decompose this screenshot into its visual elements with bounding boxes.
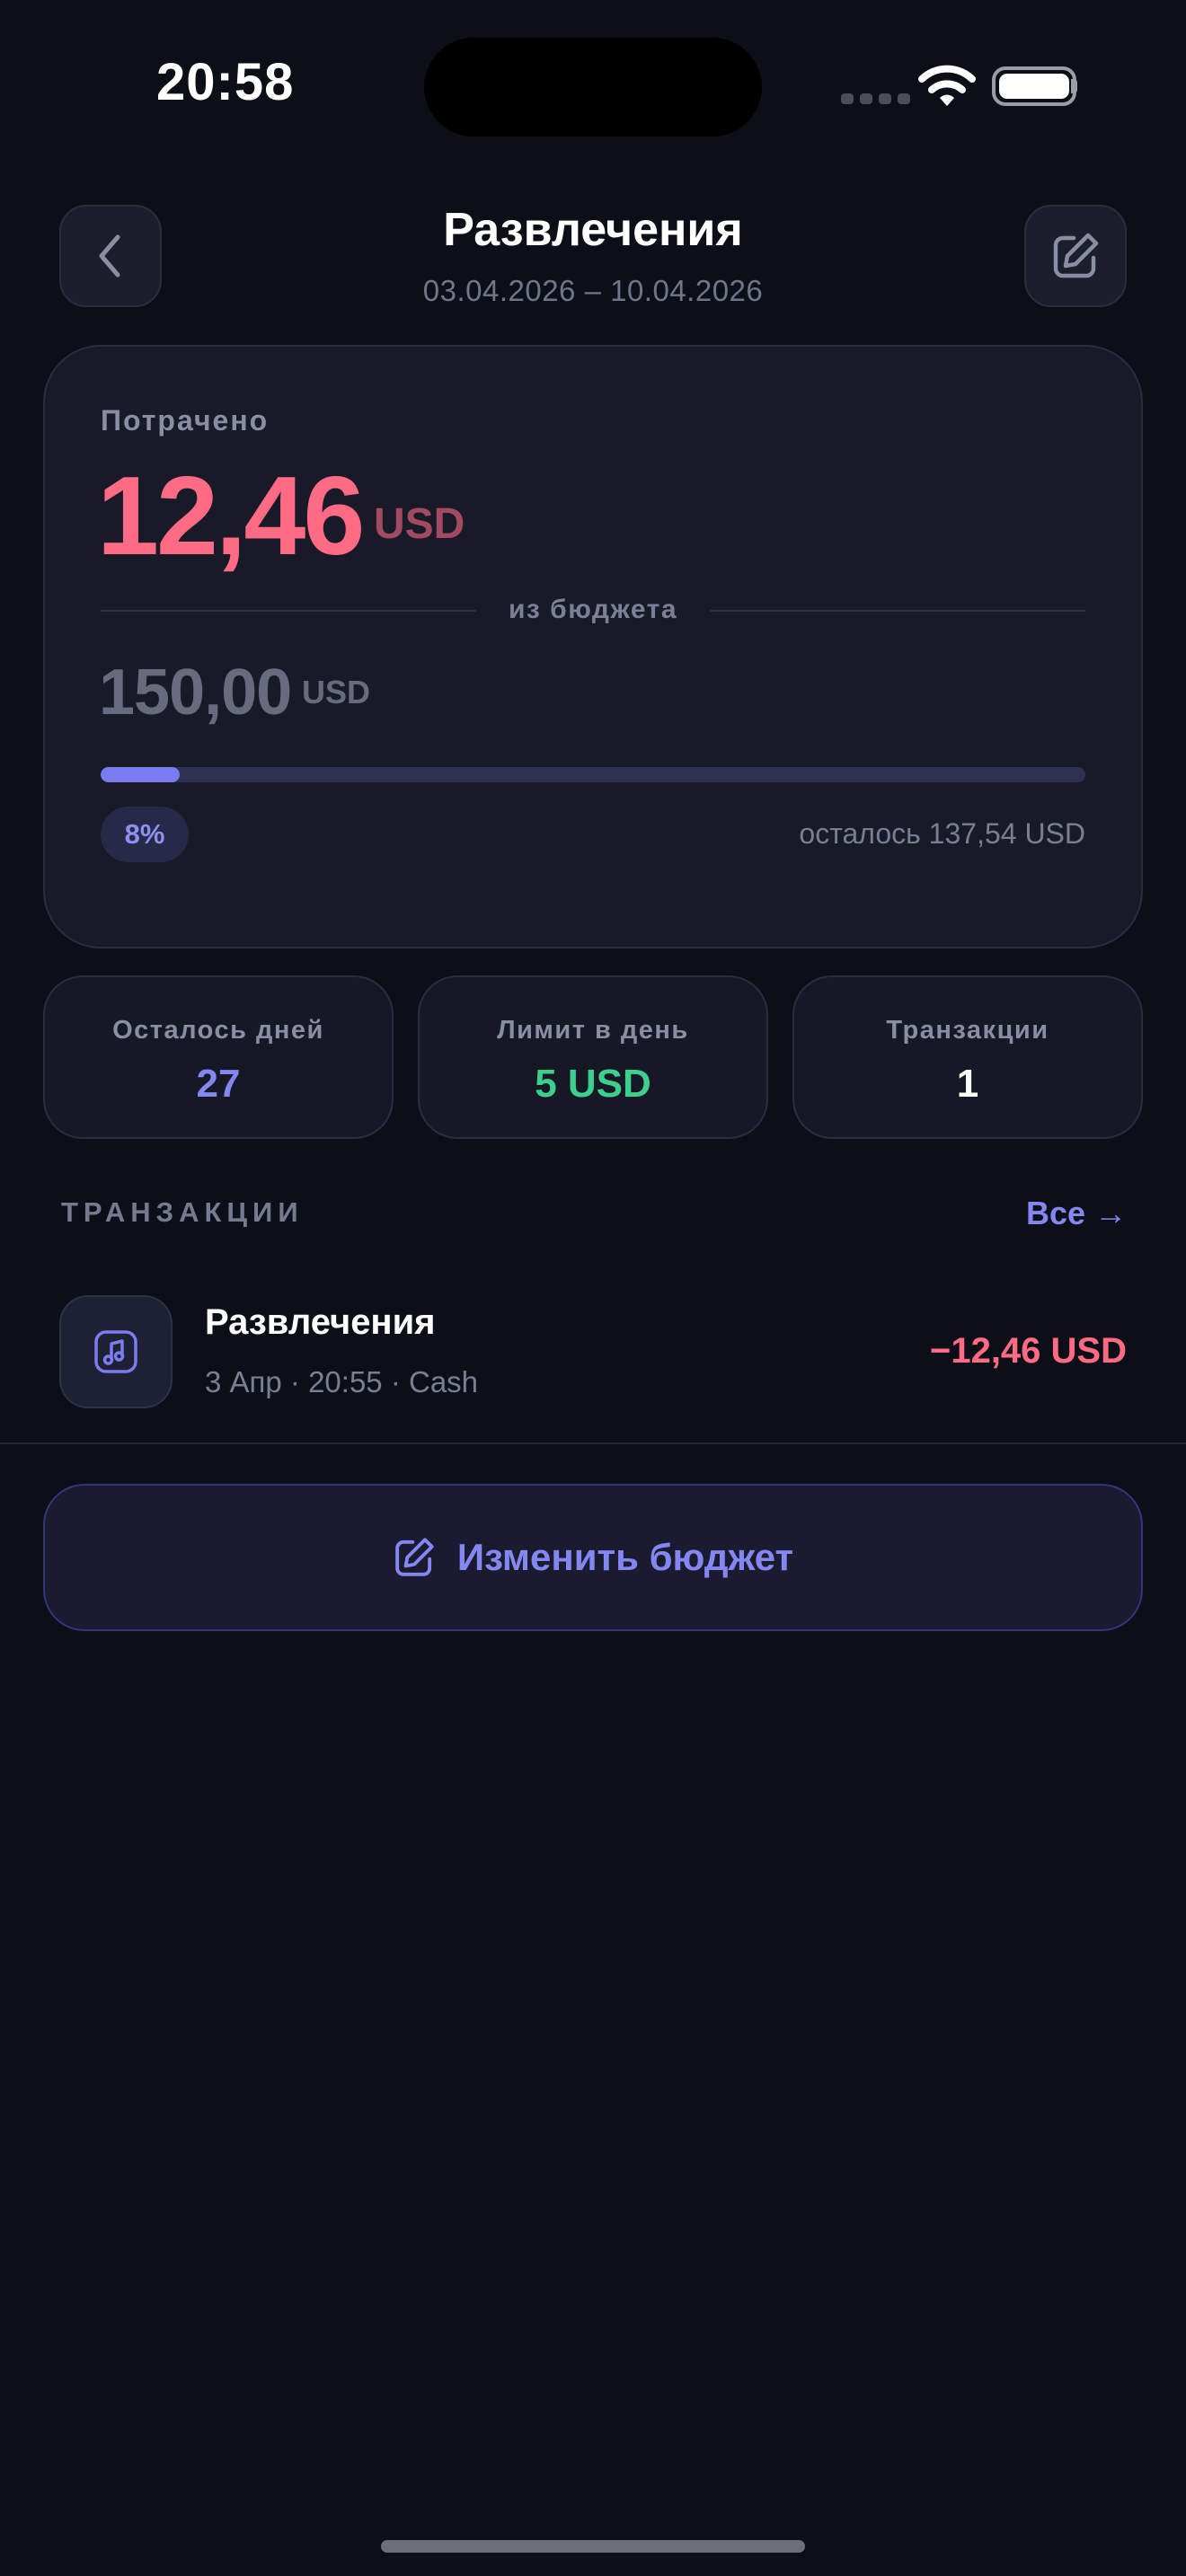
cellular-signal-icon bbox=[841, 93, 910, 104]
stat-label: Лимит в день bbox=[497, 1016, 689, 1045]
edit-icon bbox=[1053, 233, 1099, 278]
list-divider bbox=[0, 1442, 1186, 1444]
stat-value: 5 USD bbox=[535, 1062, 651, 1106]
divider-left bbox=[101, 610, 476, 612]
transaction-meta: 3 Апр · 20:55 · Cash bbox=[205, 1365, 479, 1398]
music-icon bbox=[94, 1330, 137, 1373]
wifi-icon bbox=[918, 65, 976, 106]
stat-label: Осталось дней bbox=[112, 1016, 324, 1045]
stat-value: 27 bbox=[196, 1062, 241, 1106]
transaction-name[interactable]: Развлечения bbox=[205, 1302, 436, 1343]
period-dates: 03.04.2026 – 10.04.2026 bbox=[422, 274, 764, 307]
see-all-link[interactable]: Все → bbox=[1026, 1195, 1127, 1232]
home-indicator[interactable] bbox=[381, 2540, 805, 2553]
spent-label: Потрачено bbox=[101, 404, 270, 437]
status-time: 20:58 bbox=[156, 53, 295, 111]
budget-progress-bar bbox=[101, 767, 1085, 782]
budget-amount: 150,00 bbox=[99, 657, 292, 728]
stat-card-days-left bbox=[43, 975, 394, 1139]
transaction-category-icon[interactable] bbox=[59, 1295, 173, 1408]
budget-divider-label: из бюджета bbox=[508, 595, 678, 624]
transaction-amount: −12,46 USD bbox=[929, 1331, 1127, 1371]
stat-card-transactions bbox=[792, 975, 1143, 1139]
section-title: ТРАНЗАКЦИИ bbox=[61, 1196, 304, 1228]
budget-currency: USD bbox=[302, 674, 371, 710]
remaining-amount: осталось 137,54 USD bbox=[799, 817, 1085, 850]
spent-amount: 12,46 bbox=[97, 454, 365, 578]
stat-label: Транзакции bbox=[886, 1016, 1049, 1045]
edit-button[interactable] bbox=[1024, 205, 1127, 307]
budget-progress-fill bbox=[101, 767, 180, 782]
edit-icon bbox=[395, 1538, 434, 1576]
divider-right bbox=[710, 610, 1085, 612]
spent-currency: USD bbox=[374, 500, 465, 548]
battery-icon bbox=[992, 66, 1076, 106]
page-title: Развлечения bbox=[443, 204, 743, 256]
stat-card-daily-limit bbox=[418, 975, 768, 1139]
stat-value: 1 bbox=[956, 1062, 979, 1106]
battery-tip bbox=[1071, 79, 1077, 93]
dynamic-island bbox=[424, 38, 762, 137]
edit-budget-button[interactable]: Изменить бюджет bbox=[43, 1484, 1143, 1631]
percent-badge: 8% bbox=[101, 807, 189, 862]
edit-budget-label: Изменить бюджет bbox=[456, 1536, 794, 1578]
